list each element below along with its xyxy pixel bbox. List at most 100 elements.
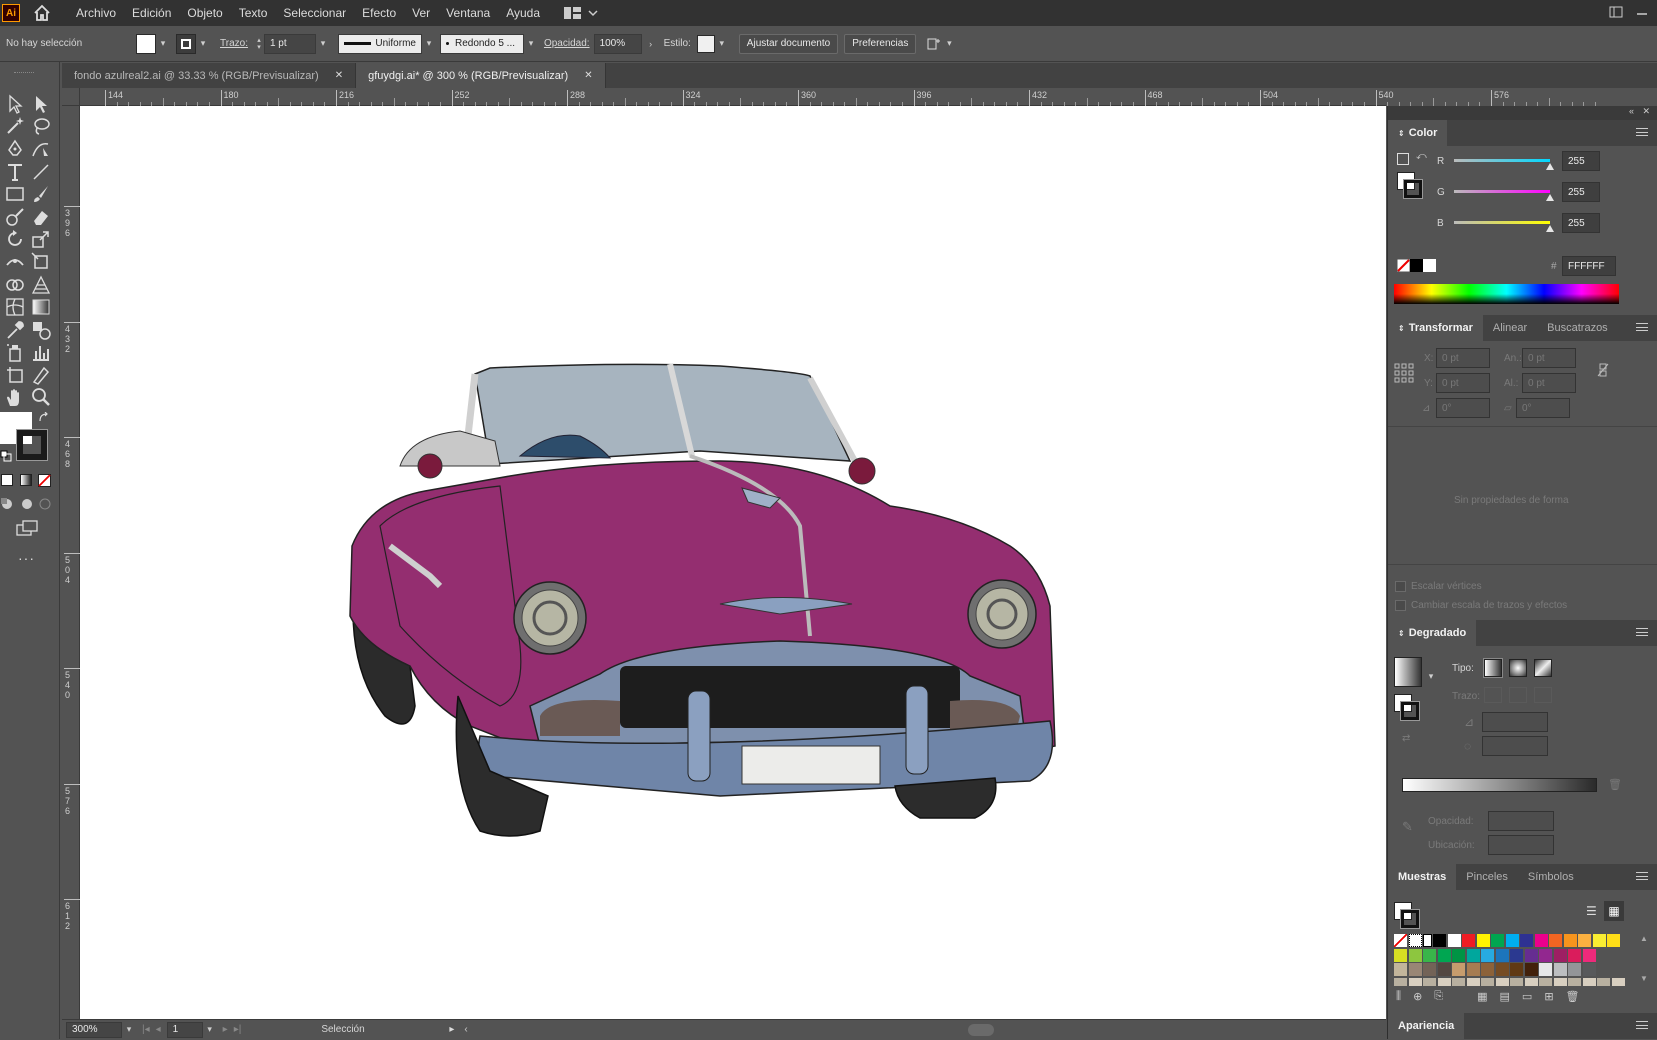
scroll-left-icon[interactable]: ‹: [464, 1024, 467, 1035]
column-graph-tool-icon[interactable]: [30, 341, 52, 363]
pattern-swatch[interactable]: [1611, 977, 1625, 986]
artboard-dropdown-icon[interactable]: ▾: [203, 1020, 217, 1040]
tab-transformar[interactable]: ⇕ Transformar: [1388, 315, 1483, 341]
channel-value-input[interactable]: 255: [1562, 151, 1600, 171]
pattern-swatch[interactable]: [1466, 977, 1480, 986]
first-artboard-icon[interactable]: |◂: [142, 1024, 150, 1035]
collapse-icon[interactable]: ⇕: [1398, 129, 1405, 138]
menu-archivo[interactable]: Archivo: [68, 6, 124, 20]
curvature-tool-icon[interactable]: [30, 138, 52, 160]
gradient-tool-icon[interactable]: [30, 296, 52, 318]
slice-tool-icon[interactable]: [30, 364, 52, 386]
artboard-tool-icon[interactable]: [4, 364, 26, 386]
height-input[interactable]: 0 pt: [1522, 373, 1576, 393]
scale-strokes-checkbox[interactable]: [1395, 600, 1406, 611]
swap-colors-icon[interactable]: ⤺: [1416, 151, 1427, 162]
pattern-swatch[interactable]: [1539, 977, 1552, 986]
linear-gradient-button[interactable]: [1483, 658, 1503, 678]
constrain-proportions-icon[interactable]: [1596, 362, 1610, 378]
freeform-gradient-button[interactable]: [1534, 659, 1552, 677]
default-fill-stroke-icon[interactable]: [0, 450, 12, 462]
prev-artboard-icon[interactable]: ◂: [156, 1024, 161, 1035]
pattern-swatch[interactable]: [1582, 977, 1596, 986]
swatch[interactable]: [1524, 948, 1538, 962]
gradient-opacity-input[interactable]: [1488, 811, 1554, 831]
gradient-presets-dropdown-icon[interactable]: ▾: [1424, 666, 1438, 686]
new-swatch-icon[interactable]: ⊞: [1544, 990, 1553, 1003]
fill-dropdown-icon[interactable]: ▾: [156, 34, 170, 54]
rectangle-tool-icon[interactable]: [4, 183, 26, 205]
tab-color[interactable]: ⇕ Color: [1388, 120, 1448, 146]
pattern-swatch[interactable]: [1481, 977, 1494, 986]
zoom-input[interactable]: 300%: [66, 1021, 122, 1038]
stroke-within-button[interactable]: [1484, 687, 1502, 703]
gradient-angle-input[interactable]: [1482, 712, 1548, 732]
hand-tool-icon[interactable]: [4, 386, 26, 408]
reference-point-icon[interactable]: [1394, 363, 1414, 383]
swatch[interactable]: [1452, 963, 1465, 976]
swatch[interactable]: [1495, 948, 1509, 962]
swatch[interactable]: [1592, 934, 1606, 947]
pattern-swatch[interactable]: [1394, 977, 1407, 986]
channel-value-input[interactable]: 255: [1562, 213, 1600, 233]
swatch[interactable]: [1582, 963, 1596, 976]
swatch[interactable]: [1452, 948, 1465, 962]
eraser-tool-icon[interactable]: [30, 206, 52, 228]
pattern-swatch[interactable]: [1510, 977, 1523, 986]
gradient-aspect-input[interactable]: [1482, 736, 1548, 756]
pen-tool-icon[interactable]: [4, 138, 26, 160]
perspective-grid-tool-icon[interactable]: [30, 274, 52, 296]
pattern-swatch[interactable]: [1524, 977, 1538, 986]
swatch[interactable]: [1408, 948, 1422, 962]
grid-view-icon[interactable]: ▦: [1604, 901, 1624, 921]
panel-menu-icon[interactable]: [1636, 128, 1648, 136]
panel-menu-icon[interactable]: [1636, 323, 1648, 331]
brush-select[interactable]: Redondo 5 ...: [439, 33, 524, 54]
pattern-swatch[interactable]: [1495, 977, 1509, 986]
white-color-chip[interactable]: [1423, 259, 1436, 272]
color-fill-stroke-mini-icon[interactable]: [1397, 153, 1409, 165]
registration-swatch[interactable]: [1408, 934, 1422, 947]
swatch[interactable]: [1510, 948, 1523, 962]
paintbrush-tool-icon[interactable]: [30, 183, 52, 205]
white-swatch[interactable]: [1423, 934, 1432, 947]
tab-alinear[interactable]: Alinear: [1483, 315, 1537, 341]
arrange-dropdown-icon[interactable]: ▾: [942, 34, 956, 54]
toolbar-grip[interactable]: [14, 72, 34, 74]
pattern-swatch[interactable]: [1452, 977, 1465, 986]
pattern-swatch[interactable]: [1437, 977, 1451, 986]
ruler-origin[interactable]: [62, 88, 80, 106]
swatch[interactable]: [1539, 948, 1552, 962]
swatch[interactable]: [1524, 963, 1538, 976]
swatch[interactable]: [1466, 948, 1480, 962]
swatch[interactable]: [1476, 934, 1490, 947]
swatch[interactable]: [1495, 963, 1509, 976]
eyedropper-tool-icon[interactable]: [4, 319, 26, 341]
swatch[interactable]: [1553, 948, 1567, 962]
hex-input[interactable]: FFFFFF: [1562, 256, 1616, 276]
delete-swatch-icon[interactable]: 🗑: [1566, 990, 1580, 1003]
eyedropper-icon[interactable]: ✎: [1402, 819, 1413, 835]
tab-simbolos[interactable]: Símbolos: [1518, 864, 1584, 890]
status-menu-icon[interactable]: ▸: [449, 1024, 454, 1035]
opacity-label[interactable]: Opacidad:: [544, 38, 590, 49]
gradient-preview-swatch[interactable]: [1394, 657, 1422, 687]
pattern-swatch[interactable]: [1553, 977, 1567, 986]
line-segment-tool-icon[interactable]: [30, 161, 52, 183]
artboard-number-input[interactable]: 1: [166, 1021, 203, 1038]
none-color-icon[interactable]: [1397, 259, 1410, 272]
swatch-kind-icon[interactable]: ▦: [1477, 990, 1487, 1003]
swatch[interactable]: [1466, 963, 1480, 976]
gradient-location-input[interactable]: [1488, 835, 1554, 855]
fill-swatch[interactable]: [136, 33, 156, 54]
swatch[interactable]: [1568, 948, 1581, 962]
swatch[interactable]: [1423, 948, 1436, 962]
blend-tool-icon[interactable]: [30, 319, 52, 341]
type-tool-icon[interactable]: [4, 161, 26, 183]
channel-slider[interactable]: [1454, 159, 1550, 162]
scale-tool-icon[interactable]: [30, 228, 52, 250]
stroke-color-swatch[interactable]: [16, 429, 48, 461]
x-input[interactable]: 0 pt: [1436, 348, 1490, 368]
collapse-icon[interactable]: ⇕: [1398, 324, 1405, 333]
trash-icon[interactable]: 🗑: [1608, 778, 1622, 791]
